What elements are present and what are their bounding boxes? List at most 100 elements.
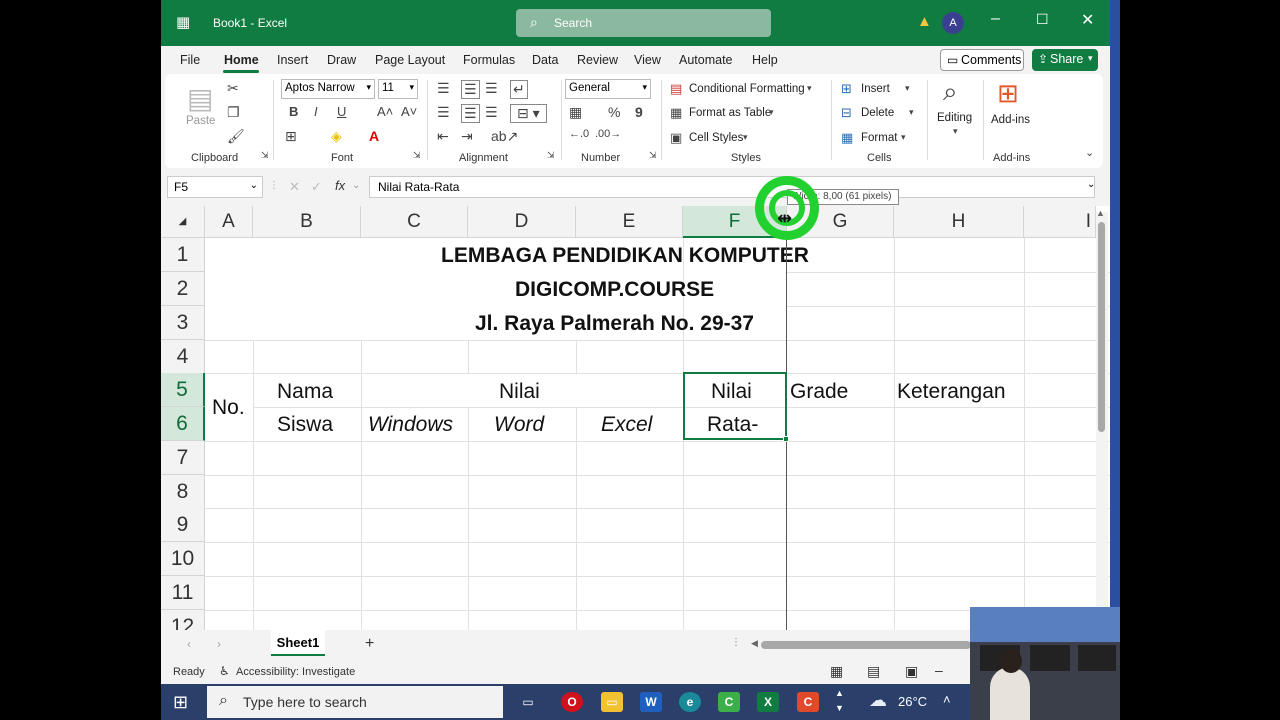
addins-label[interactable]: Add-ins bbox=[991, 114, 1030, 126]
prev-sheet-icon[interactable]: ‹ bbox=[187, 637, 191, 651]
tab-page-layout[interactable]: Page Layout bbox=[375, 53, 445, 67]
insert-function-icon[interactable]: fx bbox=[335, 178, 345, 193]
cell-h5-keterangan[interactable]: Keterangan bbox=[897, 380, 1006, 404]
share-button[interactable]: ⇪ Share ▾ bbox=[1032, 49, 1098, 71]
tab-draw[interactable]: Draw bbox=[327, 53, 356, 67]
dialog-launcher-icon[interactable]: ⇲ bbox=[413, 150, 421, 161]
row-header-11[interactable]: 11 bbox=[161, 576, 205, 610]
tab-insert[interactable]: Insert bbox=[277, 53, 308, 67]
insert-cells-icon[interactable]: ⊞ bbox=[841, 81, 852, 97]
start-icon[interactable]: ⊞ bbox=[173, 692, 188, 713]
next-sheet-icon[interactable]: › bbox=[217, 637, 221, 651]
decrease-indent-icon[interactable]: ⇤ bbox=[437, 128, 449, 145]
format-label[interactable]: Format bbox=[861, 132, 897, 144]
add-sheet-icon[interactable]: + bbox=[365, 635, 374, 653]
cell-c6-windows[interactable]: Windows bbox=[368, 413, 453, 437]
increase-decimal-icon[interactable]: ←.0 bbox=[569, 128, 589, 140]
row-header-6[interactable]: 6 bbox=[161, 407, 205, 441]
cell-d6-word[interactable]: Word bbox=[494, 413, 544, 437]
worksheet-grid[interactable]: ◢ A B C D E F G H I 1 2 3 4 5 6 7 8 9 10… bbox=[161, 206, 1110, 630]
orientation-icon[interactable]: ab↗ bbox=[491, 128, 518, 145]
accessibility-icon[interactable]: ♿ bbox=[219, 664, 230, 678]
page-layout-view-icon[interactable]: ▤ bbox=[867, 663, 880, 680]
editing-label[interactable]: Editing bbox=[937, 112, 972, 124]
normal-view-icon[interactable]: ▦ bbox=[830, 663, 843, 680]
delete-label[interactable]: Delete bbox=[861, 107, 894, 119]
align-right-icon[interactable]: ☰ bbox=[485, 104, 498, 121]
file-explorer-icon[interactable]: ▭ bbox=[601, 692, 623, 712]
select-all-corner[interactable]: ◢ bbox=[161, 206, 205, 238]
row-header-10[interactable]: 10 bbox=[161, 542, 205, 576]
bold-icon[interactable]: B bbox=[289, 104, 298, 119]
task-view-icon[interactable]: ▭ bbox=[517, 692, 539, 712]
format-cells-icon[interactable]: ▦ bbox=[841, 130, 853, 146]
cut-icon[interactable]: ✂ bbox=[227, 80, 239, 97]
expand-formula-icon[interactable]: ⌄ bbox=[1087, 179, 1095, 190]
delete-cells-icon[interactable]: ⊟ bbox=[841, 105, 852, 121]
vertical-scroll-thumb[interactable] bbox=[1098, 222, 1105, 432]
word-icon[interactable]: W bbox=[640, 692, 662, 712]
number-format-combo[interactable]: General ▾ bbox=[565, 79, 651, 99]
wrap-text-icon[interactable]: ↵ bbox=[510, 80, 528, 99]
decrease-decimal-icon[interactable]: .00→ bbox=[595, 128, 621, 140]
row-header-5[interactable]: 5 bbox=[161, 373, 205, 407]
fill-color-icon[interactable]: ◈ bbox=[331, 128, 342, 145]
tab-data[interactable]: Data bbox=[532, 53, 558, 67]
cell-styles-icon[interactable]: ▣ bbox=[670, 130, 682, 146]
camtasia-icon[interactable]: C bbox=[718, 692, 740, 712]
comma-style-icon[interactable]: 9 bbox=[635, 104, 643, 120]
font-name-combo[interactable]: Aptos Narrow ▾ bbox=[281, 79, 375, 99]
align-bottom-icon[interactable]: ☰ bbox=[485, 80, 498, 97]
cell-a5-no[interactable]: No. bbox=[212, 396, 245, 420]
conditional-formatting-icon[interactable]: ▤ bbox=[670, 81, 682, 97]
tab-automate[interactable]: Automate bbox=[679, 53, 733, 67]
merge-center-icon[interactable]: ⊟ ▾ bbox=[510, 104, 547, 123]
warning-icon[interactable]: ▲ bbox=[917, 13, 932, 30]
formula-input[interactable]: Nilai Rata-Rata bbox=[369, 176, 1095, 198]
avatar[interactable]: A bbox=[942, 12, 964, 34]
horizontal-scroll-thumb[interactable] bbox=[761, 641, 971, 649]
italic-icon[interactable]: I bbox=[314, 104, 318, 119]
enter-icon[interactable]: ✓ bbox=[311, 179, 322, 195]
search-box[interactable]: ⌕ Search bbox=[516, 9, 771, 37]
page-break-view-icon[interactable]: ▣ bbox=[905, 663, 918, 680]
dialog-launcher-icon[interactable]: ⇲ bbox=[649, 150, 657, 161]
column-header-h[interactable]: H bbox=[894, 206, 1024, 238]
scroll-up-icon[interactable]: ▲ bbox=[1096, 208, 1105, 218]
format-as-table-icon[interactable]: ▦ bbox=[670, 105, 682, 121]
cell-g5-grade[interactable]: Grade bbox=[790, 380, 848, 404]
insert-label[interactable]: Insert bbox=[861, 83, 890, 95]
percent-icon[interactable]: % bbox=[608, 104, 620, 120]
comments-button[interactable]: ▭ Comments bbox=[940, 49, 1024, 71]
align-middle-icon[interactable]: ☰ bbox=[461, 80, 480, 99]
underline-icon[interactable]: U bbox=[337, 104, 346, 119]
column-header-e[interactable]: E bbox=[576, 206, 683, 238]
edge-icon[interactable]: e bbox=[679, 692, 701, 712]
dialog-launcher-icon[interactable]: ⇲ bbox=[261, 150, 269, 161]
zoom-out-icon[interactable]: – bbox=[935, 662, 943, 678]
borders-icon[interactable]: ⊞ bbox=[285, 128, 297, 145]
tab-formulas[interactable]: Formulas bbox=[463, 53, 515, 67]
copy-icon[interactable]: ❐ bbox=[227, 104, 240, 121]
tab-help[interactable]: Help bbox=[752, 53, 778, 67]
weather-temp[interactable]: 26°C bbox=[898, 694, 927, 709]
align-left-icon[interactable]: ☰ bbox=[437, 104, 450, 121]
row-header-1[interactable]: 1 bbox=[161, 238, 205, 272]
increase-font-icon[interactable]: A˄ bbox=[377, 104, 393, 119]
taskbar-scroll-icon[interactable]: ▲ ▼ bbox=[835, 686, 844, 716]
conditional-formatting-label[interactable]: Conditional Formatting bbox=[689, 83, 805, 95]
align-top-icon[interactable]: ☰ bbox=[437, 80, 450, 97]
cell-title-line-3[interactable]: Jl. Raya Palmerah No. 29-37 bbox=[475, 312, 754, 336]
font-color-icon[interactable]: A bbox=[369, 128, 379, 144]
close-icon[interactable]: ✕ bbox=[1081, 10, 1094, 30]
row-header-2[interactable]: 2 bbox=[161, 272, 205, 306]
column-header-i[interactable]: I bbox=[1024, 206, 1096, 238]
paste-icon[interactable]: ▤ bbox=[187, 82, 213, 115]
tab-review[interactable]: Review bbox=[577, 53, 618, 67]
cell-styles-label[interactable]: Cell Styles bbox=[689, 132, 743, 144]
cell-title-line-2[interactable]: DIGICOMP.COURSE bbox=[515, 278, 714, 302]
addins-icon[interactable]: ⊞ bbox=[997, 78, 1019, 109]
accessibility-status[interactable]: Accessibility: Investigate bbox=[236, 666, 355, 678]
tab-file[interactable]: File bbox=[180, 53, 200, 67]
tab-home[interactable]: Home bbox=[224, 53, 259, 67]
